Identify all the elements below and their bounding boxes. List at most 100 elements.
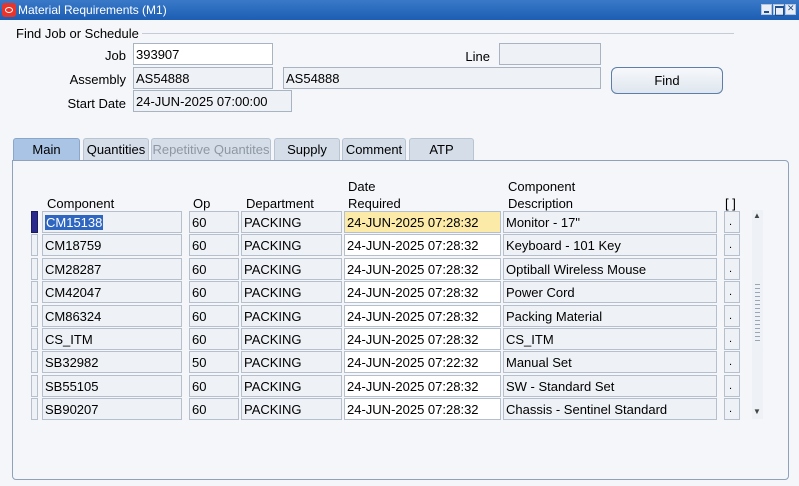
job-input[interactable]: 393907 (133, 43, 273, 65)
descriptive-flexfield-cell[interactable]: . (724, 281, 740, 303)
component-cell[interactable]: SB90207 (42, 398, 182, 420)
window-titlebar: Material Requirements (M1) (0, 0, 799, 20)
op-cell[interactable]: 60 (189, 211, 239, 233)
component-description-cell[interactable]: Chassis - Sentinel Standard (503, 398, 717, 420)
row-selector[interactable] (31, 305, 38, 327)
maximize-icon[interactable] (773, 4, 784, 16)
op-cell[interactable]: 60 (189, 398, 239, 420)
line-label: Line (465, 49, 490, 64)
assembly-label: Assembly (69, 72, 126, 87)
component-description-cell[interactable]: Monitor - 17" (503, 211, 717, 233)
oracle-app-icon (2, 3, 16, 17)
row-selector[interactable] (31, 375, 38, 397)
component-cell[interactable]: SB32982 (42, 351, 182, 373)
start-date-field[interactable]: 24-JUN-2025 07:00:00 (133, 90, 292, 112)
component-cell[interactable]: CM28287 (42, 258, 182, 280)
component-description-cell[interactable]: Keyboard - 101 Key (503, 234, 717, 256)
descriptive-flexfield-cell[interactable]: . (724, 234, 740, 256)
job-label: Job (105, 48, 126, 63)
op-cell[interactable]: 60 (189, 328, 239, 350)
column-header-date-line1: Date (348, 179, 376, 194)
department-cell[interactable]: PACKING (241, 375, 342, 397)
descriptive-flexfield-cell[interactable]: . (724, 351, 740, 373)
column-header-op: Op (193, 196, 211, 211)
assembly-input[interactable]: AS54888 (133, 67, 273, 89)
descriptive-flexfield-cell[interactable]: . (724, 328, 740, 350)
row-selector[interactable] (31, 281, 38, 303)
component-cell[interactable]: CS_ITM (42, 328, 182, 350)
descriptive-flexfield-cell[interactable]: . (724, 258, 740, 280)
component-description-cell[interactable]: Manual Set (503, 351, 717, 373)
date-required-cell[interactable]: 24-JUN-2025 07:28:32 (344, 398, 501, 420)
vertical-scrollbar[interactable]: ▲ ▼ (752, 210, 763, 419)
tab-atp[interactable]: ATP (409, 138, 474, 160)
column-header-component: Component (47, 196, 115, 211)
component-cell[interactable]: SB55105 (42, 375, 182, 397)
date-required-cell[interactable]: 24-JUN-2025 07:28:32 (344, 328, 501, 350)
component-description-cell[interactable]: SW - Standard Set (503, 375, 717, 397)
op-cell[interactable]: 60 (189, 305, 239, 327)
department-cell[interactable]: PACKING (241, 398, 342, 420)
department-cell[interactable]: PACKING (241, 305, 342, 327)
tab-repetitive-quantities: Repetitive Quantites (151, 138, 271, 160)
row-selector[interactable] (31, 351, 38, 373)
find-section-title: Find Job or Schedule (16, 26, 139, 41)
row-selector[interactable] (31, 234, 38, 256)
department-cell[interactable]: PACKING (241, 281, 342, 303)
component-cell[interactable]: CM86324 (42, 305, 182, 327)
descriptive-flexfield-cell[interactable]: . (724, 211, 740, 233)
component-cell[interactable]: CM42047 (42, 281, 182, 303)
tab-main[interactable]: Main (13, 138, 80, 161)
scroll-down-arrow-icon[interactable]: ▼ (753, 407, 761, 416)
close-icon[interactable] (785, 3, 796, 15)
row-selector[interactable] (31, 211, 38, 233)
component-cell[interactable]: CM18759 (42, 234, 182, 256)
component-description-cell[interactable]: Packing Material (503, 305, 717, 327)
date-required-cell[interactable]: 24-JUN-2025 07:28:32 (344, 375, 501, 397)
assembly-description-field[interactable]: AS54888 (283, 67, 601, 89)
find-button[interactable]: Find (611, 67, 723, 94)
column-header-date-line2: Required (348, 196, 401, 211)
minimize-icon[interactable] (761, 4, 772, 15)
tab-quantities[interactable]: Quantities (83, 138, 149, 160)
department-cell[interactable]: PACKING (241, 211, 342, 233)
date-required-cell[interactable]: 24-JUN-2025 07:28:32 (344, 281, 501, 303)
component-description-cell[interactable]: CS_ITM (503, 328, 717, 350)
department-cell[interactable]: PACKING (241, 234, 342, 256)
date-required-cell[interactable]: 24-JUN-2025 07:28:32 (344, 234, 501, 256)
component-description-cell[interactable]: Power Cord (503, 281, 717, 303)
descriptive-flexfield-cell[interactable]: . (724, 375, 740, 397)
row-selector[interactable] (31, 328, 38, 350)
column-header-description-line1: Component (508, 179, 576, 194)
row-selector[interactable] (31, 258, 38, 280)
date-required-cell[interactable]: 24-JUN-2025 07:28:32 (344, 211, 501, 233)
descriptive-flexfield-cell[interactable]: . (724, 305, 740, 327)
scrollbar-grip[interactable] (755, 284, 760, 344)
department-cell[interactable]: PACKING (241, 351, 342, 373)
start-date-label: Start Date (67, 96, 126, 111)
department-cell[interactable]: PACKING (241, 328, 342, 350)
op-cell[interactable]: 60 (189, 375, 239, 397)
date-required-cell[interactable]: 24-JUN-2025 07:28:32 (344, 258, 501, 280)
department-cell[interactable]: PACKING (241, 258, 342, 280)
op-cell[interactable]: 60 (189, 234, 239, 256)
date-required-cell[interactable]: 24-JUN-2025 07:22:32 (344, 351, 501, 373)
op-cell[interactable]: 50 (189, 351, 239, 373)
tab-comment[interactable]: Comment (342, 138, 406, 160)
component-cell[interactable]: CM15138 (42, 211, 182, 233)
scroll-up-arrow-icon[interactable]: ▲ (753, 211, 761, 220)
component-description-cell[interactable]: Optiball Wireless Mouse (503, 258, 717, 280)
section-divider (142, 33, 734, 34)
line-input[interactable] (499, 43, 601, 65)
column-header-description-line2: Description (508, 196, 574, 211)
window-title: Material Requirements (M1) (18, 3, 167, 17)
tab-supply[interactable]: Supply (274, 138, 340, 160)
op-cell[interactable]: 60 (189, 258, 239, 280)
component-cell-text: CM15138 (45, 215, 104, 230)
descriptive-flexfield-cell[interactable]: . (724, 398, 740, 420)
date-required-cell[interactable]: 24-JUN-2025 07:28:32 (344, 305, 501, 327)
column-header-department: Department (246, 196, 314, 211)
row-selector[interactable] (31, 398, 38, 420)
op-cell[interactable]: 60 (189, 281, 239, 303)
column-header-folder-bracket[interactable]: [ ] (725, 195, 736, 212)
